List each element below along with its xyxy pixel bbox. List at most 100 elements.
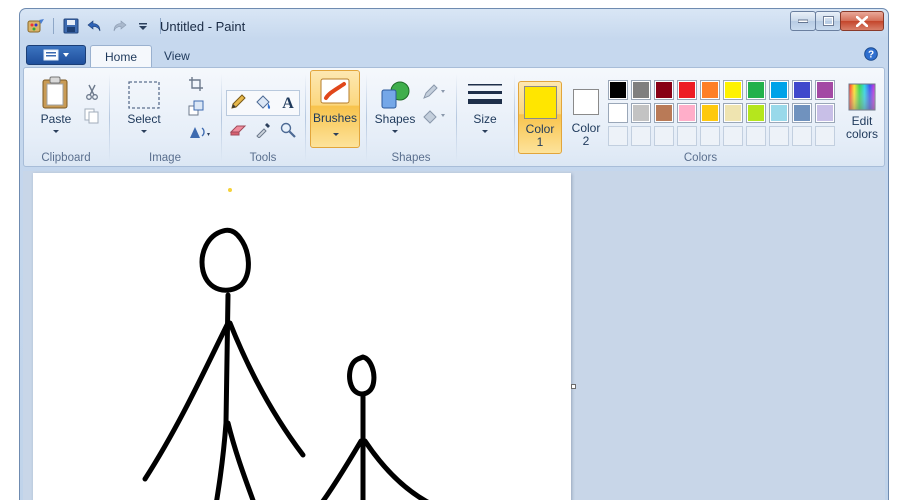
palette-swatch[interactable] bbox=[723, 80, 743, 100]
select-button[interactable]: Select bbox=[122, 80, 166, 133]
quick-access-toolbar bbox=[26, 17, 164, 35]
palette-swatch-fill bbox=[748, 82, 764, 98]
paint-app-icon[interactable] bbox=[26, 17, 46, 35]
customize-qat-icon[interactable] bbox=[133, 17, 153, 35]
color1-button[interactable]: Color 1 bbox=[518, 81, 562, 154]
edit-colors-line2: colors bbox=[845, 127, 878, 141]
edit-colors-button[interactable]: Edit colors bbox=[842, 82, 882, 141]
palette-swatch[interactable] bbox=[608, 103, 628, 123]
color2-swatch bbox=[573, 89, 599, 115]
stick-figures-drawing bbox=[142, 188, 430, 500]
color2-label-line2: 2 bbox=[582, 134, 590, 148]
redo-icon[interactable] bbox=[109, 17, 129, 35]
minimize-button[interactable] bbox=[790, 11, 816, 31]
big-figure-left-arm bbox=[142, 320, 231, 482]
color2-button[interactable]: Color 2 bbox=[564, 81, 608, 154]
custom-color-slot[interactable] bbox=[608, 126, 628, 146]
color1-label-line2: 1 bbox=[536, 135, 544, 149]
palette-swatch[interactable] bbox=[654, 103, 674, 123]
custom-color-slot[interactable] bbox=[700, 126, 720, 146]
drawing-canvas[interactable] bbox=[33, 173, 571, 500]
colors-group-label: Colors bbox=[683, 152, 718, 164]
paste-button[interactable]: Paste bbox=[34, 76, 78, 133]
tab-view[interactable]: View bbox=[150, 45, 204, 69]
save-icon[interactable] bbox=[61, 17, 81, 35]
big-figure-body bbox=[223, 292, 231, 426]
big-figure-right-leg bbox=[225, 420, 256, 500]
canvas-resize-handle[interactable] bbox=[571, 384, 576, 389]
palette-swatch[interactable] bbox=[608, 80, 628, 100]
palette-swatch[interactable] bbox=[746, 103, 766, 123]
close-button[interactable] bbox=[840, 11, 884, 31]
brushes-label: Brushes bbox=[312, 111, 358, 125]
rotate-icon[interactable] bbox=[186, 122, 212, 142]
maximize-button[interactable] bbox=[815, 11, 841, 31]
palette-swatch[interactable] bbox=[815, 103, 835, 123]
custom-color-slot[interactable] bbox=[792, 126, 812, 146]
color-spectrum-icon bbox=[848, 83, 876, 111]
custom-color-slot[interactable] bbox=[723, 126, 743, 146]
palette-swatch[interactable] bbox=[723, 103, 743, 123]
palette-swatch-fill bbox=[771, 82, 787, 98]
brush-icon bbox=[319, 77, 351, 108]
custom-color-slot[interactable] bbox=[631, 126, 651, 146]
color1-swatch bbox=[523, 86, 557, 119]
size-button[interactable]: Size bbox=[463, 80, 507, 133]
resize-icon[interactable] bbox=[186, 98, 206, 118]
custom-color-slot[interactable] bbox=[746, 126, 766, 146]
palette-swatch[interactable] bbox=[700, 80, 720, 100]
palette-swatch[interactable] bbox=[654, 80, 674, 100]
big-figure-left-leg bbox=[214, 420, 229, 500]
palette-swatch[interactable] bbox=[769, 80, 789, 100]
custom-color-slot[interactable] bbox=[677, 126, 697, 146]
size-label: Size bbox=[473, 112, 497, 126]
clipboard-group-label: Clipboard bbox=[41, 152, 91, 164]
palette-swatch[interactable] bbox=[677, 80, 697, 100]
brushes-button[interactable]: Brushes bbox=[310, 70, 360, 148]
undo-icon[interactable] bbox=[85, 17, 105, 35]
palette-swatch[interactable] bbox=[677, 103, 697, 123]
pencil-icon[interactable] bbox=[228, 92, 248, 112]
custom-color-slot[interactable] bbox=[654, 126, 674, 146]
paint-window: Untitled - Paint Home View ? Paste Clipb… bbox=[19, 8, 889, 500]
custom-color-slot[interactable] bbox=[815, 126, 835, 146]
help-icon[interactable]: ? bbox=[864, 47, 878, 64]
cut-icon[interactable] bbox=[82, 82, 102, 102]
palette-swatch-fill bbox=[771, 105, 787, 121]
palette-swatch[interactable] bbox=[631, 103, 651, 123]
workspace-area bbox=[23, 171, 885, 500]
small-figure-right-arm bbox=[362, 438, 430, 500]
color-picker-icon[interactable] bbox=[253, 120, 273, 140]
palette-swatch[interactable] bbox=[769, 103, 789, 123]
crop-icon[interactable] bbox=[186, 74, 206, 94]
palette-swatch-fill bbox=[794, 82, 810, 98]
palette-swatch-fill bbox=[656, 105, 672, 121]
palette-swatch[interactable] bbox=[631, 80, 651, 100]
palette-swatch[interactable] bbox=[815, 80, 835, 100]
fill-bucket-icon[interactable] bbox=[253, 92, 273, 112]
eraser-icon[interactable] bbox=[228, 120, 248, 140]
palette-swatch[interactable] bbox=[746, 80, 766, 100]
caption-buttons bbox=[790, 11, 884, 31]
copy-icon[interactable] bbox=[82, 106, 102, 126]
paint-menu-button[interactable] bbox=[26, 45, 86, 65]
svg-text:?: ? bbox=[868, 50, 874, 61]
qat-separator bbox=[53, 18, 54, 34]
shapes-button[interactable]: Shapes bbox=[373, 80, 417, 133]
palette-swatch[interactable] bbox=[700, 103, 720, 123]
outline-icon[interactable] bbox=[421, 82, 447, 102]
tab-home[interactable]: Home bbox=[90, 45, 153, 69]
palette-swatch-fill bbox=[817, 105, 833, 121]
small-figure-head bbox=[347, 354, 377, 397]
maximize-icon bbox=[822, 16, 834, 26]
fill-icon[interactable] bbox=[421, 106, 447, 126]
palette-swatch[interactable] bbox=[792, 103, 812, 123]
palette-swatch-fill bbox=[633, 105, 649, 121]
small-figure-left-arm bbox=[320, 438, 364, 500]
big-figure-right-arm bbox=[227, 320, 306, 458]
size-group: Size bbox=[457, 68, 513, 166]
custom-color-slot[interactable] bbox=[769, 126, 789, 146]
palette-swatch[interactable] bbox=[792, 80, 812, 100]
text-icon[interactable]: A bbox=[278, 92, 298, 112]
magnifier-icon[interactable] bbox=[278, 120, 298, 140]
